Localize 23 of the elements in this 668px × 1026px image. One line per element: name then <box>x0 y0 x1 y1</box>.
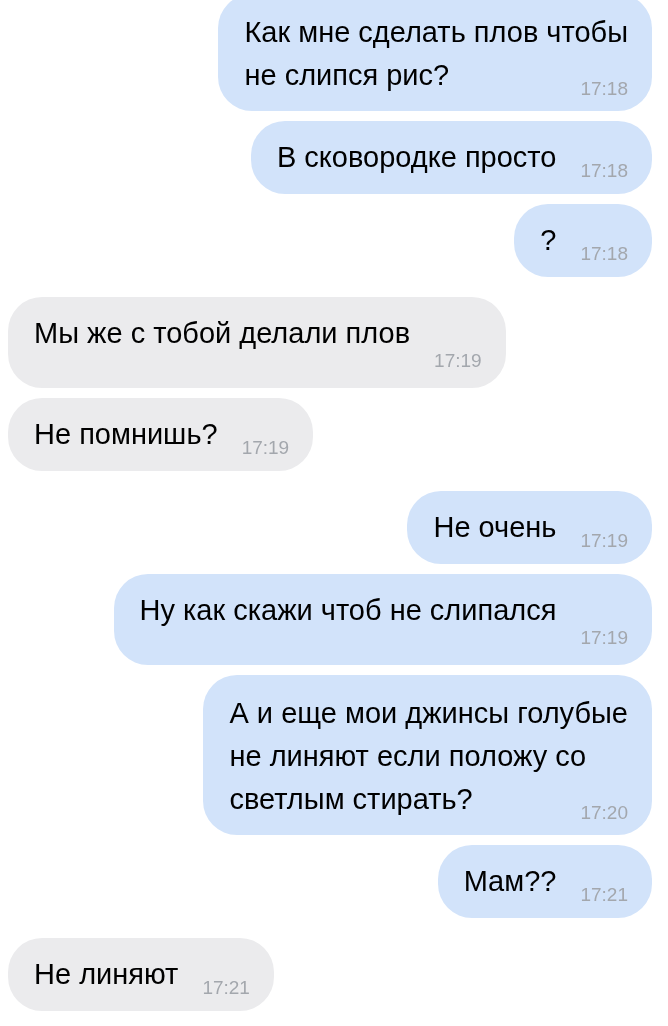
message-text: Ну как скажи чтоб не слипался <box>139 593 558 628</box>
message-text: Не очень <box>433 510 557 545</box>
message-text: Не помнишь? <box>34 417 218 452</box>
message-text: ? <box>540 223 557 258</box>
message-time: 17:19 <box>240 436 290 460</box>
message-time: 17:20 <box>579 801 628 825</box>
message-time: 17:21 <box>579 883 628 907</box>
message-time: 17:18 <box>579 77 628 101</box>
message-time: 17:19 <box>579 626 628 650</box>
message-time: 17:19 <box>433 349 482 373</box>
message-text: Как мне сделать плов чтобы <box>244 15 628 50</box>
message-time: 17:18 <box>579 242 628 266</box>
message-text: светлым стирать? <box>229 782 473 817</box>
message-text: не линяют если положу со <box>229 739 588 774</box>
message-text: В сковородке просто <box>276 140 557 175</box>
message-text: не слипся рис? <box>244 58 450 93</box>
message-text: А и еще мои джинсы голубые <box>229 696 628 731</box>
message-text: Мы же с тобой делали плов <box>34 316 412 351</box>
message-text: Мам?? <box>463 864 557 899</box>
message-time: 17:21 <box>201 976 250 1000</box>
message-text: Не линяют <box>34 957 179 992</box>
message-time: 17:18 <box>579 159 628 183</box>
message-time: 17:19 <box>579 529 628 553</box>
